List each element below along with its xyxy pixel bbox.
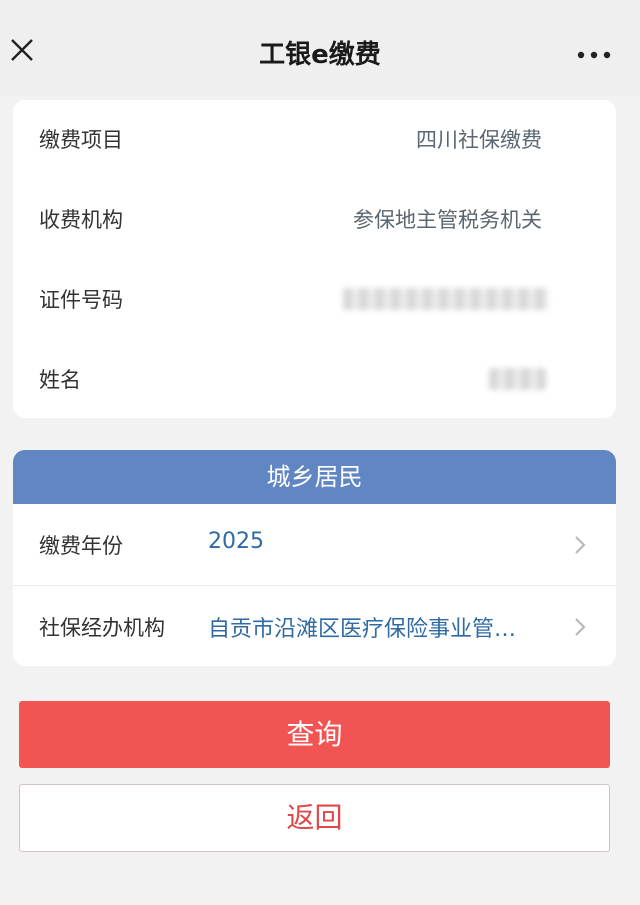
chevron-right-icon [573, 616, 587, 638]
year-value: 2025 [208, 529, 264, 554]
year-label: 缴费年份 [39, 534, 123, 558]
info-label-item: 缴费项目 [39, 128, 123, 152]
agency-select-row[interactable]: 社保经办机构 自贡市沿滩区医疗保险事业管… [13, 586, 616, 666]
title-bar: 工银e缴费 [0, 0, 640, 96]
agency-value: 自贡市沿滩区医疗保险事业管… [208, 617, 517, 642]
info-value-agency: 参保地主管税务机关 [353, 208, 542, 232]
info-row-id: 证件号码 [13, 260, 616, 340]
chevron-right-icon [573, 534, 587, 556]
name-redacted [489, 368, 546, 390]
category-header: 城乡居民 [13, 450, 616, 504]
info-label-agency: 收费机构 [39, 208, 123, 232]
id-number-redacted [343, 288, 548, 310]
close-icon[interactable] [8, 36, 36, 64]
info-row-item: 缴费项目 四川社保缴费 [13, 100, 616, 180]
info-label-id: 证件号码 [39, 288, 123, 312]
info-row-agency: 收费机构 参保地主管税务机关 [13, 180, 616, 260]
year-select-row[interactable]: 缴费年份 2025 [13, 504, 616, 585]
back-button[interactable]: 返回 [19, 784, 610, 852]
page-title: 工银e缴费 [259, 40, 381, 70]
info-row-name: 姓名 [13, 340, 616, 418]
info-value-item: 四川社保缴费 [416, 128, 542, 152]
more-icon[interactable] [576, 46, 612, 59]
resident-form-card: 城乡居民 缴费年份 2025 社保经办机构 自贡市沿滩区医疗保险事业管… [13, 450, 616, 666]
payment-info-card: 缴费项目 四川社保缴费 收费机构 参保地主管税务机关 证件号码 姓名 [13, 100, 616, 418]
info-label-name: 姓名 [39, 368, 81, 392]
agency-label: 社保经办机构 [39, 616, 165, 640]
query-button[interactable]: 查询 [19, 701, 610, 768]
